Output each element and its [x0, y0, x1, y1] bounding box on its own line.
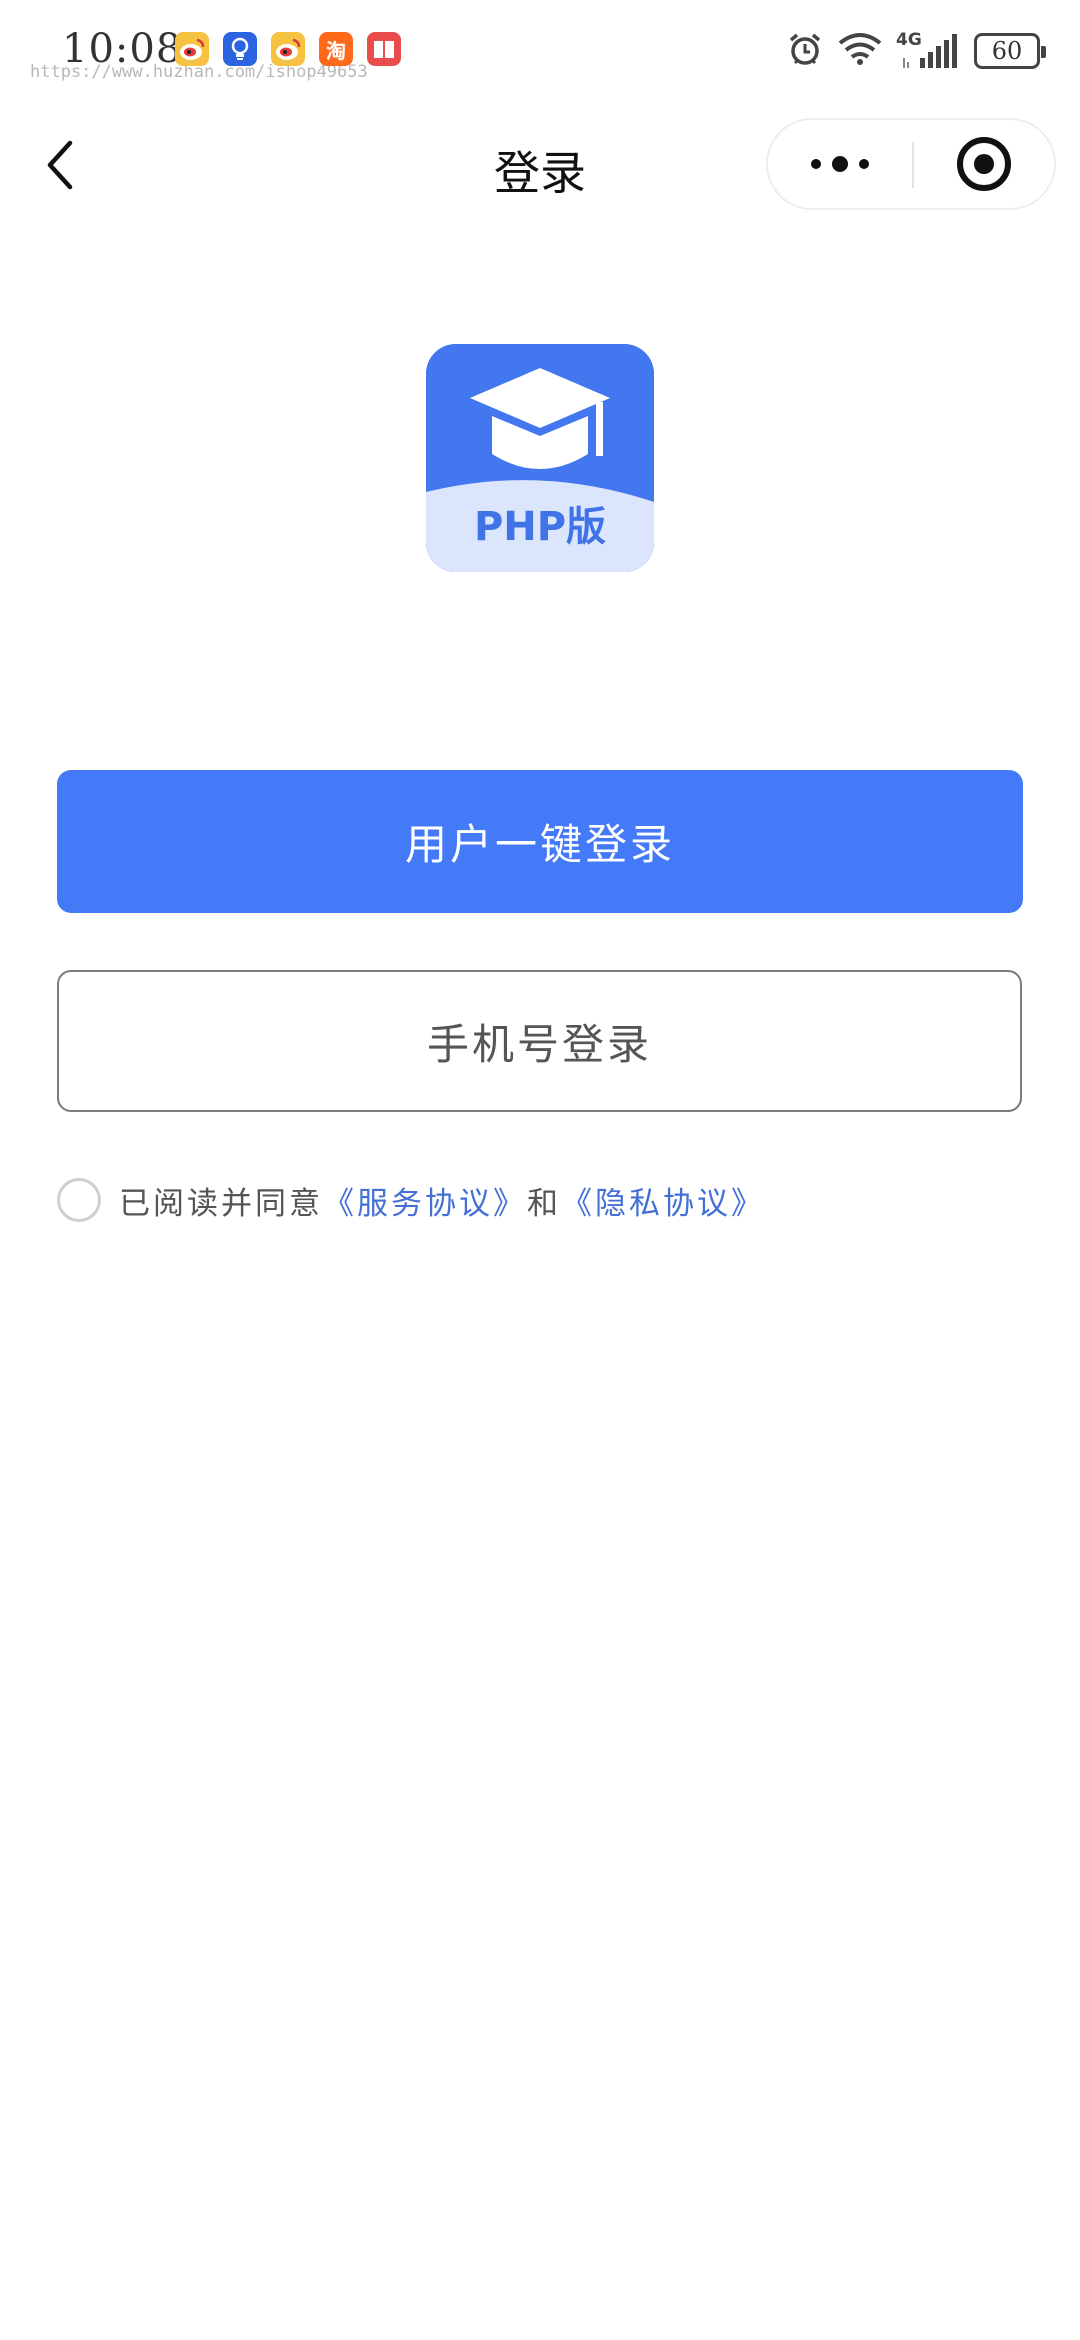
miniprogram-capsule: [766, 118, 1056, 210]
agreement-checkbox[interactable]: [57, 1178, 101, 1222]
status-bar: 10:08 https://www.huzhan.com/ishop49653: [0, 0, 1080, 100]
notification-icons: 淘: [175, 32, 401, 66]
agreement-row: 已阅读并同意 《服务协议》 和 《隐私协议》: [57, 1176, 765, 1224]
more-button[interactable]: [768, 120, 912, 208]
wifi-icon: [838, 32, 882, 70]
book-icon: [367, 32, 401, 66]
phone-login-button[interactable]: 手机号登录: [57, 970, 1022, 1112]
one-click-login-button[interactable]: 用户一键登录: [57, 770, 1023, 913]
agreement-connector: 和: [527, 1185, 561, 1222]
battery-indicator: 60: [974, 33, 1046, 69]
agreement-prefix: 已阅读并同意: [119, 1185, 323, 1222]
service-agreement-link[interactable]: 《服务协议》: [323, 1178, 527, 1223]
more-dots-icon: [811, 156, 869, 172]
signal-icon: 4G: [896, 30, 960, 70]
status-right-icons: 4G 60: [786, 30, 1046, 72]
alarm-icon: [786, 30, 824, 72]
weibo-icon: [175, 32, 209, 66]
close-miniprogram-button[interactable]: [914, 120, 1054, 208]
bulb-icon: [223, 32, 257, 66]
logo-label: PHP版: [473, 504, 607, 550]
app-logo: PHP版: [426, 344, 654, 572]
target-circle-icon: [957, 137, 1011, 191]
privacy-agreement-link[interactable]: 《隐私协议》: [561, 1178, 765, 1223]
taobao-icon: 淘: [319, 32, 353, 66]
nav-bar: 登录: [0, 115, 1080, 215]
login-page: 10:08 https://www.huzhan.com/ishop49653: [0, 0, 1080, 2340]
weibo-icon: [271, 32, 305, 66]
